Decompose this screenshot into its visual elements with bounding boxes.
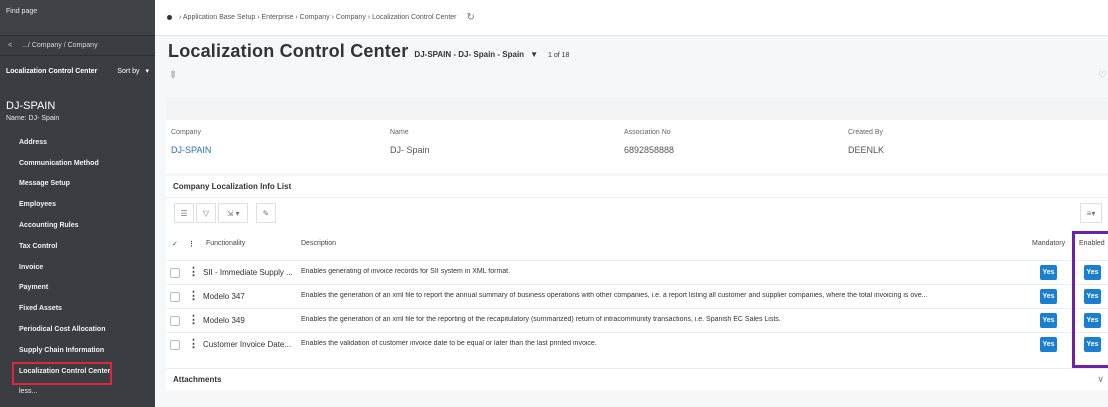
attachments-label: Attachments: [173, 375, 222, 384]
sidebar-nav: Address Communication Method Message Setup…: [0, 132, 155, 385]
functionality-cell: Customer Invoice Date...: [203, 340, 292, 349]
list-header-label: Localization Control Center: [6, 67, 98, 75]
sidebar-item[interactable]: Tax Control: [0, 236, 155, 257]
record-name: Name: DJ- Spain: [6, 115, 60, 122]
sort-by-button[interactable]: Sort by ▾: [117, 67, 149, 76]
sort-by-label: Sort by: [117, 67, 140, 75]
column-menu-icon[interactable]: ≡▾: [1080, 203, 1102, 223]
breadcrumb-item[interactable]: Company: [336, 14, 366, 21]
row-checkbox[interactable]: [170, 292, 180, 302]
filter-icon[interactable]: ▽: [196, 203, 216, 223]
column-functionality[interactable]: Functionality: [206, 240, 245, 247]
caret-down-icon[interactable]: ▼: [530, 50, 538, 59]
row-kebab-icon[interactable]: ⋮: [188, 313, 199, 326]
created-by-label: Created By: [848, 129, 884, 136]
record-id: DJ-SPAIN: [6, 100, 56, 112]
breadcrumb-item[interactable]: Application Base Setup: [183, 14, 255, 21]
attachments-panel[interactable]: Attachments ∨: [166, 368, 1108, 390]
row-checkbox[interactable]: [170, 316, 180, 326]
back-nav-label: .../ Company / Company: [22, 42, 98, 49]
page-title: Localization Control Center: [168, 41, 409, 61]
association-label: Association No: [624, 129, 671, 136]
record-selector[interactable]: DJ-SPAIN - DJ- Spain - Spain: [414, 50, 524, 59]
sidebar-item[interactable]: Communication Method: [0, 153, 155, 174]
description-cell: Enables the generation of an xml file fo…: [301, 316, 781, 323]
sidebar-item[interactable]: Supply Chain Information: [0, 340, 155, 361]
sidebar-item[interactable]: Invoice: [0, 257, 155, 278]
caret-down-icon: ▾: [145, 68, 149, 75]
edit-icon[interactable]: ✎: [256, 203, 276, 223]
column-kebab-icon[interactable]: ⋮: [188, 240, 195, 248]
row-checkbox[interactable]: [170, 340, 180, 350]
table-row[interactable]: ⋮ SII - Immediate Supply ... Enables gener…: [166, 260, 1108, 284]
table-row[interactable]: ⋮ Modelo 349 Enables the generation of an …: [166, 308, 1108, 332]
enabled-column-highlight: [1072, 231, 1108, 368]
functionality-cell: Modelo 347: [203, 292, 245, 301]
find-page-input[interactable]: Find page: [0, 0, 155, 36]
functionality-cell: Modelo 349: [203, 316, 245, 325]
company-label: Company: [171, 129, 201, 136]
row-kebab-icon[interactable]: ⋮: [188, 289, 199, 302]
mandatory-badge[interactable]: Yes: [1040, 289, 1057, 304]
sidebar-item[interactable]: Periodical Cost Allocation: [0, 319, 155, 340]
name-label: Name: [390, 129, 409, 136]
header-band: [166, 97, 1108, 120]
home-icon[interactable]: [167, 15, 172, 20]
description-cell: Enables the validation of customer invoi…: [301, 340, 597, 347]
export-icon[interactable]: ⇲ ▾: [218, 203, 248, 223]
company-link[interactable]: DJ-SPAIN: [171, 145, 211, 155]
created-by-field: Created By DEENLK: [848, 129, 884, 155]
shield-icon[interactable]: ♡: [1098, 70, 1107, 81]
sidebar-item[interactable]: Payment: [0, 278, 155, 299]
sidebar-item[interactable]: Fixed Assets: [0, 298, 155, 319]
list-header: Localization Control Center Sort by ▾: [0, 56, 155, 86]
sidebar-item[interactable]: Employees: [0, 194, 155, 215]
list-toolbar: ☰ ▽ ⇲ ▾ ✎: [174, 203, 276, 223]
refresh-icon[interactable]: ↻: [467, 12, 475, 23]
description-cell: Enables the generation of an xml file to…: [301, 292, 928, 299]
association-value: 6892858888: [624, 145, 675, 155]
column-mandatory[interactable]: Mandatory: [1032, 240, 1065, 247]
breadcrumb-item[interactable]: Localization Control Center: [372, 14, 456, 21]
created-by-value: DEENLK: [848, 145, 885, 155]
company-field: Company DJ-SPAIN: [171, 129, 211, 155]
select-all-checkmark-icon[interactable]: ✓: [172, 240, 178, 248]
row-kebab-icon[interactable]: ⋮: [188, 265, 199, 278]
mandatory-badge[interactable]: Yes: [1040, 337, 1057, 352]
name-value: DJ- Spain: [390, 145, 430, 155]
page-header: Localization Control Center DJ-SPAIN - D…: [168, 41, 569, 62]
breadcrumb-item[interactable]: Enterprise: [262, 14, 294, 21]
back-nav[interactable]: < .../ Company / Company: [0, 36, 155, 56]
sidebar-item[interactable]: Accounting Rules: [0, 215, 155, 236]
attachment-icon[interactable]: ✎: [165, 69, 179, 83]
chevron-left-icon: <: [8, 42, 13, 49]
association-field: Association No 6892858888: [624, 129, 674, 155]
breadcrumb: › Application Base Setup › Enterprise › …: [155, 0, 1108, 36]
list-view-icon[interactable]: ☰: [174, 203, 194, 223]
sidebar-item[interactable]: Localization Control Center: [0, 361, 155, 385]
sidebar: Find page < .../ Company / Company Local…: [0, 0, 155, 407]
row-kebab-icon[interactable]: ⋮: [188, 337, 199, 350]
list-title: Company Localization Info List: [166, 176, 1108, 198]
breadcrumb-item[interactable]: Company: [300, 14, 330, 21]
breadcrumb-trail: › Application Base Setup › Enterprise › …: [179, 14, 457, 21]
sidebar-item[interactable]: Address: [0, 132, 155, 153]
description-cell: Enables generating of invoice records fo…: [301, 268, 511, 275]
name-field: Name DJ- Spain: [390, 129, 430, 155]
row-checkbox[interactable]: [170, 268, 180, 278]
mandatory-badge[interactable]: Yes: [1040, 265, 1057, 280]
column-description[interactable]: Description: [301, 240, 336, 247]
functionality-cell: SII - Immediate Supply ...: [203, 268, 293, 277]
chevron-down-icon[interactable]: ∨: [1097, 374, 1104, 385]
record-pager: 1 of 18: [547, 52, 570, 59]
mandatory-badge[interactable]: Yes: [1040, 313, 1057, 328]
sidebar-item[interactable]: Message Setup: [0, 174, 155, 195]
table-row[interactable]: ⋮ Modelo 347 Enables the generation of an …: [166, 284, 1108, 308]
header-card: Company DJ-SPAIN Name DJ- Spain Associat…: [166, 97, 1108, 173]
table-row[interactable]: ⋮ Customer Invoice Date... Enables the val…: [166, 332, 1108, 356]
localization-list: Company Localization Info List ☰ ▽ ⇲ ▾ ✎…: [166, 176, 1108, 368]
